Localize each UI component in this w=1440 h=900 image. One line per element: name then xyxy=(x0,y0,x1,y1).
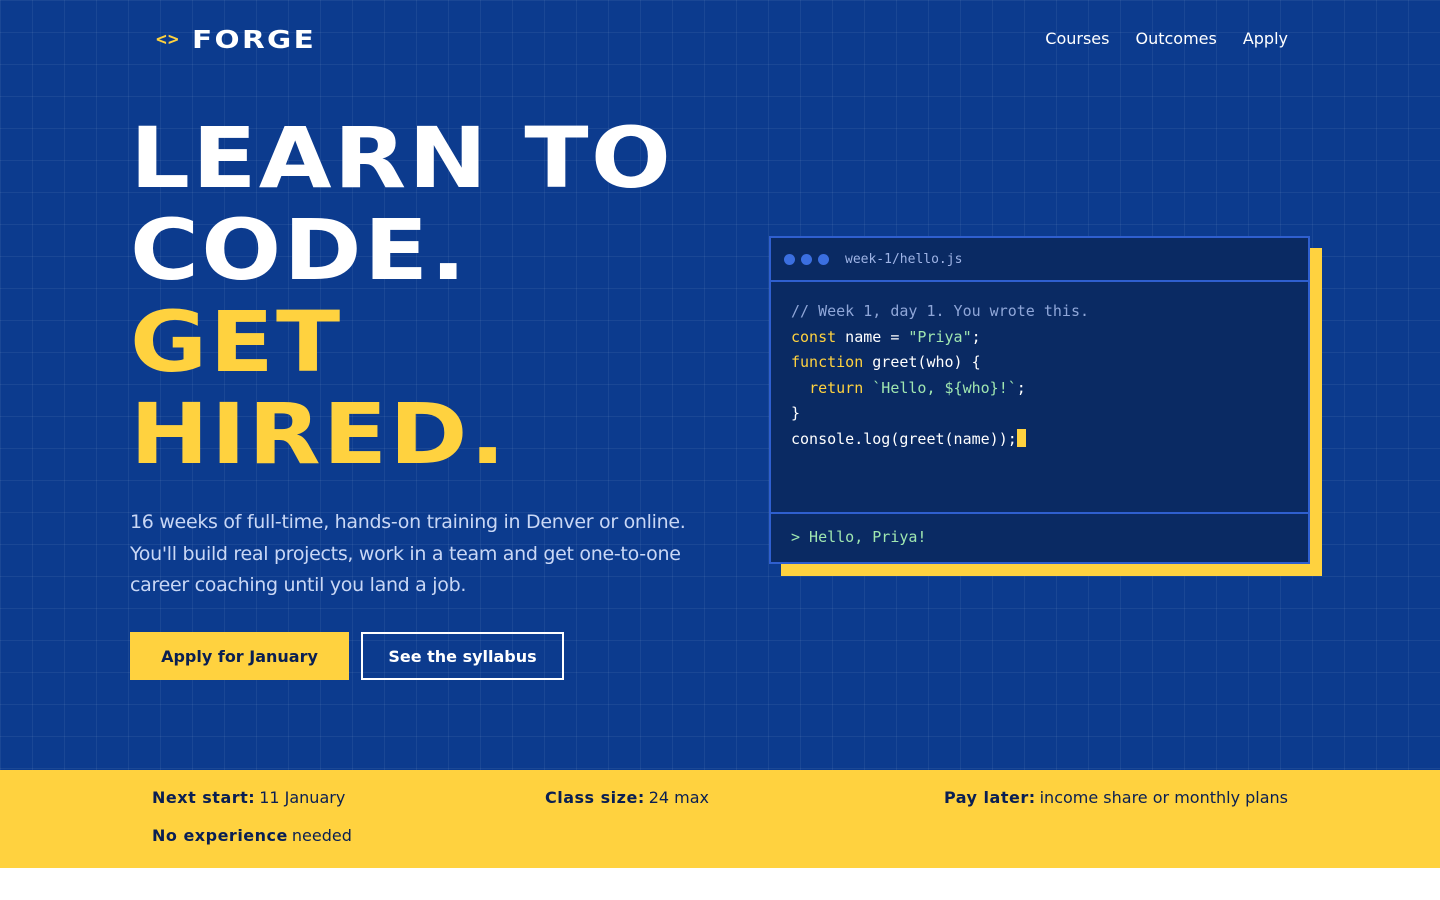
fact-class-size: Class size: 24 max xyxy=(545,788,709,807)
fact-no-experience: No experience needed xyxy=(152,826,352,845)
window-dot-icon xyxy=(818,253,829,265)
code-filename: week-1/hello.js xyxy=(845,251,963,267)
syllabus-button[interactable]: See the syllabus xyxy=(361,632,564,680)
brand-name: FORGE xyxy=(191,24,316,54)
fact-label: Pay later: xyxy=(943,788,1036,807)
facts-band: Next start: 11 January Class size: 24 max … xyxy=(0,770,1440,868)
code-line: } xyxy=(791,404,801,423)
hero-section: <> FORGE Courses Outcomes Apply LEARN TO… xyxy=(0,0,1440,770)
fact-next-start: Next start: 11 January xyxy=(152,788,345,807)
code-editor: // Week 1, day 1. You wrote this. const n… xyxy=(771,282,1308,512)
headline-line-1: LEARN TO xyxy=(130,109,674,207)
headline-line-4: HIRED. xyxy=(130,385,508,483)
code-line: const name = "Priya"; xyxy=(791,327,981,346)
fact-pay-later: Pay later: income share or monthly plans xyxy=(944,788,1288,807)
text-cursor xyxy=(1016,428,1026,447)
code-line: console.log(greet(name)); xyxy=(791,427,1288,453)
code-token: return xyxy=(809,378,864,397)
code-line: function greet(who) { xyxy=(791,353,981,372)
fact-label: Class size: xyxy=(545,788,645,807)
apply-button[interactable]: Apply for January xyxy=(130,632,349,680)
fact-label: No experience xyxy=(152,826,288,845)
code-token: function xyxy=(791,353,864,372)
code-text: console.log(greet(name)); xyxy=(791,429,1017,448)
code-brackets-icon: <> xyxy=(156,28,180,50)
code-token: "Priya" xyxy=(908,327,972,346)
headline-line-3: GET xyxy=(130,293,343,391)
fact-value: 11 January xyxy=(259,788,346,807)
code-token: const xyxy=(791,327,837,346)
nav-link-courses[interactable]: Courses xyxy=(1045,28,1109,50)
code-window-titlebar: week-1/hello.js xyxy=(771,238,1308,282)
window-dot-icon xyxy=(784,253,795,265)
fact-label: Next start: xyxy=(152,788,256,807)
logo[interactable]: <> FORGE xyxy=(156,24,313,54)
fact-value: income share or monthly plans xyxy=(1039,788,1288,807)
code-line: return `Hello, ${who}!`; xyxy=(809,378,1026,397)
window-dot-icon xyxy=(801,253,812,265)
nav-link-outcomes[interactable]: Outcomes xyxy=(1135,28,1216,50)
code-token: `Hello, ${who}!` xyxy=(872,378,1017,397)
top-nav: Courses Outcomes Apply xyxy=(1045,28,1288,50)
code-output: > Hello, Priya! xyxy=(771,512,1308,562)
hero-headline: LEARN TO CODE. GET HIRED. xyxy=(130,112,673,480)
code-window: week-1/hello.js // Week 1, day 1. You wr… xyxy=(769,236,1310,564)
headline-line-2: CODE. xyxy=(130,201,469,299)
fact-value: 24 max xyxy=(648,788,710,807)
fact-value: needed xyxy=(291,826,352,845)
code-line: // Week 1, day 1. You wrote this. xyxy=(791,302,1090,320)
nav-link-apply[interactable]: Apply xyxy=(1243,28,1288,50)
hero-subtext: 16 weeks of full-time, hands-on training… xyxy=(130,511,686,596)
